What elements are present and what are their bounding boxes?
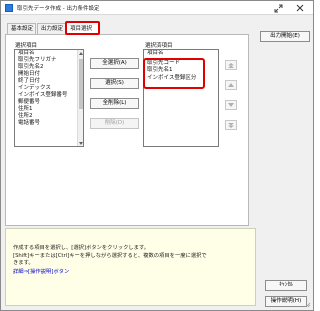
hint-line-2: [Shift]キーまたは[Ctrl]キーを押しながら選択すると、複数の項目を一度… [13, 253, 207, 259]
move-up-button[interactable] [225, 80, 237, 90]
hint-line-1: 作成する項目を選択し、[選択]ボタンをクリックします。 [13, 245, 150, 251]
down-arrow-icon [228, 103, 234, 107]
list-item[interactable]: 項目名 [144, 50, 218, 58]
list-item[interactable]: インデックス [15, 85, 83, 92]
selected-list-label: 選択済項目 [145, 43, 173, 49]
close-button[interactable] [293, 2, 307, 14]
window-title: 取引先データ作成 - 出力条件設定 [17, 6, 100, 12]
select-button[interactable]: 選択(S) [90, 78, 139, 89]
app-icon [5, 4, 13, 12]
move-bottom-button[interactable] [225, 120, 237, 130]
resize-grip-icon[interactable] [304, 301, 311, 308]
list-item[interactable]: 項目名 [15, 50, 83, 57]
close-icon [296, 4, 304, 12]
double-up-icon [228, 62, 234, 68]
move-top-button[interactable] [225, 60, 237, 70]
select-all-button[interactable]: 全選択(A) [90, 58, 139, 69]
help-button[interactable]: 操作説明(H) [265, 296, 307, 307]
list-item[interactable]: 住所2 [15, 113, 83, 120]
list-item[interactable]: 住所1 [15, 106, 83, 113]
list-item[interactable]: 取引先フリガナ [15, 57, 83, 64]
hint-line-3: きます。 [13, 260, 34, 266]
title-bar: 取引先データ作成 - 出力条件設定 [1, 1, 313, 15]
tab-item-selection[interactable]: 項目選択 [65, 21, 100, 35]
scroll-up-icon[interactable] [78, 50, 83, 56]
delete-button[interactable]: 削除(D) [90, 118, 139, 129]
double-down-icon [228, 122, 234, 128]
scroll-thumb[interactable] [79, 59, 83, 109]
list-item[interactable]: 郵便番号 [15, 99, 83, 106]
help-detail-link[interactable]: 詳細⇒[操作説明]ボタン [13, 267, 69, 275]
tab-basic-settings[interactable]: 基本設定 [7, 23, 36, 34]
maximize-button[interactable] [271, 2, 285, 14]
source-scrollbar[interactable] [77, 50, 83, 146]
tab-output-settings[interactable]: 出力設定 [37, 23, 66, 34]
list-item[interactable]: 取引先名2 [15, 64, 83, 71]
list-item[interactable]: 終了日付 [15, 78, 83, 85]
list-item[interactable]: 電話番号 [15, 120, 83, 127]
output-start-button[interactable]: 出力開始(E) [260, 31, 310, 42]
move-down-button[interactable] [225, 100, 237, 110]
source-list-label: 選択項目 [15, 43, 38, 49]
up-arrow-icon [228, 83, 234, 87]
scroll-down-icon[interactable] [78, 140, 83, 146]
source-listbox[interactable]: 項目名 取引先フリガナ 取引先名2 開始日付 終了日付 インデックス インボイス… [14, 49, 84, 147]
list-item[interactable]: インボイス登録番号 [15, 92, 83, 99]
expand-icon [274, 4, 282, 12]
deselect-all-button[interactable]: 全削除(L) [90, 98, 139, 109]
dialog-window: 取引先データ作成 - 出力条件設定 基本設定 出力設定 項目選択 出力開始(E)… [0, 0, 314, 311]
cancel-button[interactable]: ｷｬﾝｾﾙ [265, 280, 307, 291]
highlight-callout [143, 58, 205, 89]
list-item[interactable]: 開始日付 [15, 71, 83, 78]
